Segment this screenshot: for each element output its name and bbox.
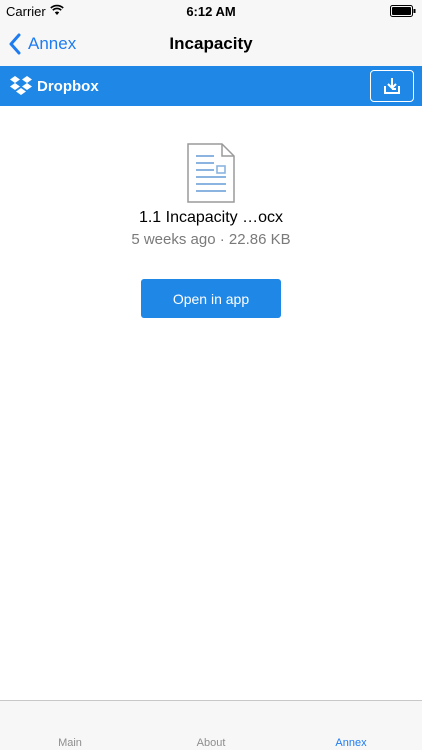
download-button[interactable]: [370, 70, 414, 102]
file-name: 1.1 Incapacity …ocx: [138, 209, 284, 226]
download-icon: [384, 78, 400, 94]
tab-about[interactable]: About: [141, 737, 281, 749]
navigation-bar: Annex Incapacity: [0, 22, 422, 66]
file-meta: 5 weeks ago · 22.86 KB: [0, 231, 422, 248]
battery-icon: [390, 5, 416, 17]
tab-annex[interactable]: Annex: [281, 737, 421, 749]
open-in-app-button[interactable]: Open in app: [141, 279, 281, 318]
dropbox-header: Dropbox: [0, 66, 422, 106]
document-icon: [187, 143, 235, 203]
status-time: 6:12 AM: [186, 4, 236, 19]
screen: Carrier 6:12 AM Annex Incapacity Dropbox…: [0, 0, 422, 750]
dropbox-brand-label: Dropbox: [37, 77, 99, 95]
dropbox-icon: [10, 76, 32, 95]
file-modified: 5 weeks ago: [131, 231, 216, 248]
tab-main[interactable]: Main: [0, 737, 140, 749]
tab-bar: Main About Annex: [0, 700, 422, 750]
status-bar: Carrier 6:12 AM: [0, 0, 422, 22]
file-size: 22.86 KB: [228, 231, 291, 248]
meta-separator: ·: [219, 231, 225, 248]
page-title: Incapacity: [169, 34, 253, 53]
dropbox-logo: Dropbox: [9, 75, 99, 97]
